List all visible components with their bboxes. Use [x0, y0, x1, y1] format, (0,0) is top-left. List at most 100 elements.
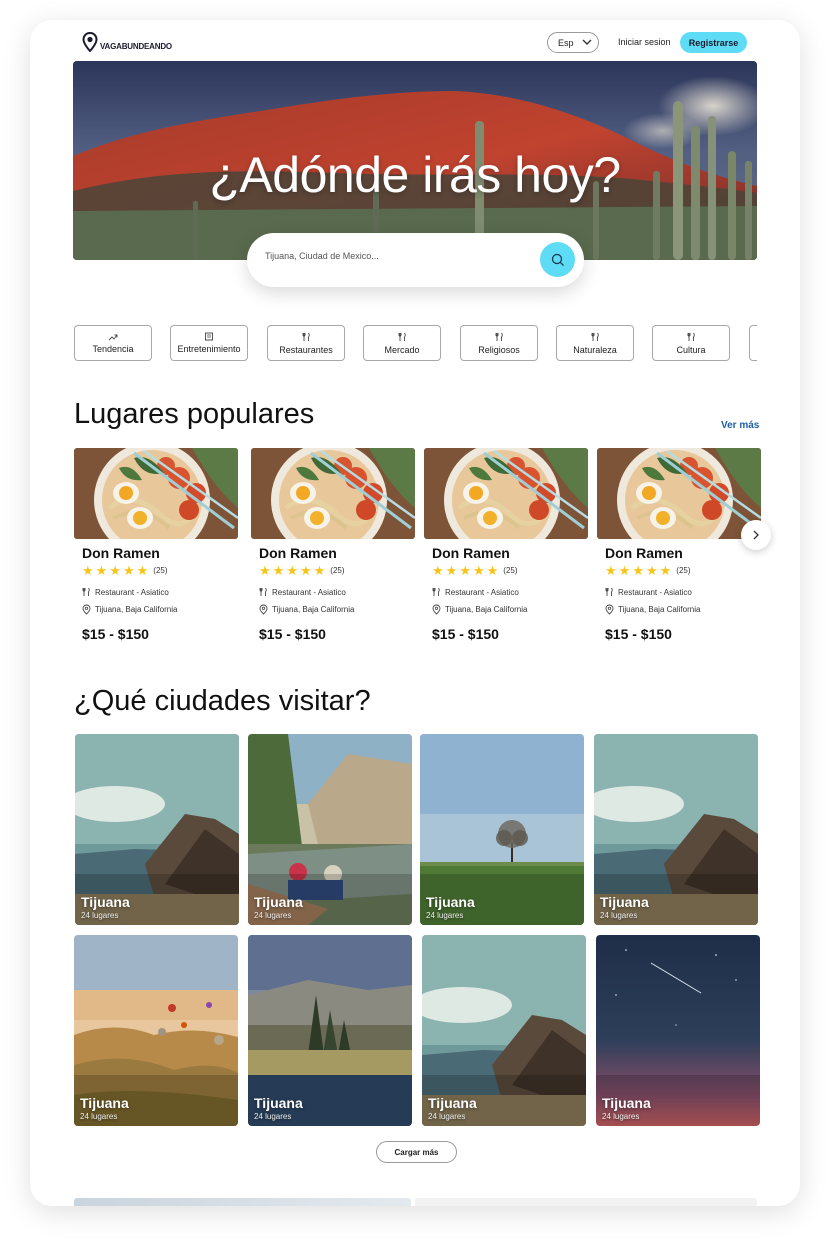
utensils-icon — [259, 587, 267, 596]
login-link[interactable]: Iniciar sesion — [618, 37, 671, 47]
city-name: Tijuana — [602, 1095, 651, 1111]
place-price: $15 - $150 — [259, 626, 326, 642]
city-name: Tijuana — [254, 1095, 303, 1111]
place-location: Tijuana, Baja California — [82, 604, 177, 615]
place-price: $15 - $150 — [605, 626, 672, 642]
city-name: Tijuana — [254, 894, 303, 910]
category-culture[interactable]: Cultura — [652, 325, 730, 361]
city-name: Tijuana — [426, 894, 475, 910]
star-icon: ★ — [286, 563, 298, 578]
place-image — [251, 448, 415, 539]
city-card[interactable]: Tijuana 24 lugares — [596, 935, 760, 1126]
city-card[interactable]: Tijuana 24 lugares — [248, 734, 412, 925]
category-religious[interactable]: Religiosos — [460, 325, 538, 361]
city-card[interactable]: Tijuana 24 lugares — [75, 734, 239, 925]
register-button[interactable]: Registrarse — [680, 32, 747, 53]
star-icon: ★ — [136, 563, 149, 578]
popular-section-title: Lugares populares — [74, 398, 315, 430]
city-card[interactable]: Tijuana 24 lugares — [74, 935, 238, 1126]
category-trending[interactable]: Tendencia — [74, 325, 152, 361]
city-name: Tijuana — [428, 1095, 477, 1111]
place-location-text: Tijuana, Baja California — [445, 605, 528, 614]
rating-stars: ★ ★ ★ ★ ★ (25) — [82, 564, 168, 577]
star-icon: ★ — [299, 563, 312, 578]
rating-count: (25) — [503, 566, 518, 575]
place-category: Restaurant - Asiatico — [432, 587, 519, 597]
place-card[interactable]: Don Ramen ★ ★ ★ ★ ★ (25) Restaurant - Asiati… — [251, 448, 415, 648]
place-price: $15 - $150 — [82, 626, 149, 642]
place-category: Restaurant - Asiatico — [82, 587, 169, 597]
load-more-button[interactable]: Cargar más — [376, 1141, 457, 1163]
chevron-right-icon — [753, 530, 759, 540]
see-more-link[interactable]: Ver más — [721, 420, 759, 431]
place-location-text: Tijuana, Baja California — [95, 605, 178, 614]
category-label: Tendencia — [92, 343, 134, 354]
place-category: Restaurant - Asiatico — [259, 587, 346, 597]
rating-stars: ★ ★ ★ ★ ★ (25) — [259, 564, 345, 577]
place-card[interactable]: Don Ramen ★ ★ ★ ★ ★ (25) Restaurant - Asiati… — [597, 448, 761, 648]
category-filter-bar: Tendencia Entretenimiento Restaurantes M… — [74, 325, 757, 362]
location-pin-icon — [432, 604, 441, 615]
star-icon: ★ — [486, 563, 499, 578]
utensils-icon — [432, 587, 440, 596]
utensils-icon — [302, 332, 310, 341]
place-name: Don Ramen — [432, 545, 510, 561]
brand-name: VAGABUNDEANDO — [100, 42, 172, 51]
city-card[interactable]: Tijuana 24 lugares — [422, 935, 586, 1126]
place-card[interactable]: Don Ramen ★ ★ ★ ★ ★ (25) Restaurant - Asiati… — [424, 448, 588, 648]
place-card[interactable]: Don Ramen ★ ★ ★ ★ ★ (25) Restaurant - Asiati… — [74, 448, 238, 648]
star-icon: ★ — [272, 563, 285, 578]
search-button[interactable] — [540, 242, 575, 277]
hero-banner: ¿Adónde irás hoy? — [73, 61, 757, 260]
city-place-count: 24 lugares — [254, 1112, 292, 1121]
star-icon: ★ — [313, 563, 326, 578]
carousel-next-button[interactable] — [741, 520, 771, 550]
city-place-count: 24 lugares — [600, 911, 638, 920]
place-location-text: Tijuana, Baja California — [618, 605, 701, 614]
category-entertainment[interactable]: Entretenimiento — [170, 325, 248, 361]
category-restaurants[interactable]: Restaurantes — [267, 325, 345, 361]
star-icon: ★ — [618, 563, 631, 578]
search-icon — [551, 253, 564, 266]
city-card[interactable]: Tijuana 24 lugares — [594, 734, 758, 925]
city-card[interactable]: Tijuana 24 lugares — [248, 935, 412, 1126]
place-location: Tijuana, Baja California — [259, 604, 354, 615]
search-input[interactable] — [265, 251, 525, 261]
star-icon: ★ — [259, 563, 271, 578]
place-price: $15 - $150 — [432, 626, 499, 642]
city-place-count: 24 lugares — [426, 911, 464, 920]
rating-count: (25) — [330, 566, 345, 575]
cities-section-title: ¿Qué ciudades visitar? — [74, 685, 371, 717]
category-label: Mercado — [384, 344, 420, 355]
place-location: Tijuana, Baja California — [605, 604, 700, 615]
page-frame: VAGABUNDEANDO Esp Iniciar sesion Registr… — [30, 20, 800, 1206]
utensils-icon — [591, 332, 599, 341]
location-pin-icon — [82, 604, 91, 615]
utensils-icon — [687, 332, 695, 341]
category-label: Restaurantes — [279, 344, 333, 355]
utensils-icon — [495, 332, 503, 341]
place-name: Don Ramen — [259, 545, 337, 561]
language-select[interactable]: Esp — [547, 32, 599, 53]
star-icon: ★ — [82, 563, 94, 578]
rating-stars: ★ ★ ★ ★ ★ (25) — [605, 564, 691, 577]
place-image — [597, 448, 761, 539]
place-category: Restaurant - Asiatico — [605, 587, 692, 597]
category-label: Naturaleza — [573, 344, 617, 355]
city-place-count: 24 lugares — [428, 1112, 466, 1121]
brand-logo[interactable]: VAGABUNDEANDO — [82, 32, 172, 52]
star-icon: ★ — [605, 563, 617, 578]
star-icon: ★ — [472, 563, 485, 578]
category-nature[interactable]: Naturaleza — [556, 325, 634, 361]
building-icon — [205, 332, 213, 341]
category-more[interactable] — [749, 325, 757, 361]
location-pin-icon — [82, 32, 98, 52]
star-icon: ★ — [445, 563, 458, 578]
city-card[interactable]: Tijuana 24 lugares — [420, 734, 584, 925]
language-value: Esp — [558, 37, 574, 48]
place-location-text: Tijuana, Baja California — [272, 605, 355, 614]
hero-title: ¿Adónde irás hoy? — [209, 147, 621, 203]
category-market[interactable]: Mercado — [363, 325, 441, 361]
ramen-dish-image — [251, 448, 415, 539]
rating-count: (25) — [153, 566, 168, 575]
